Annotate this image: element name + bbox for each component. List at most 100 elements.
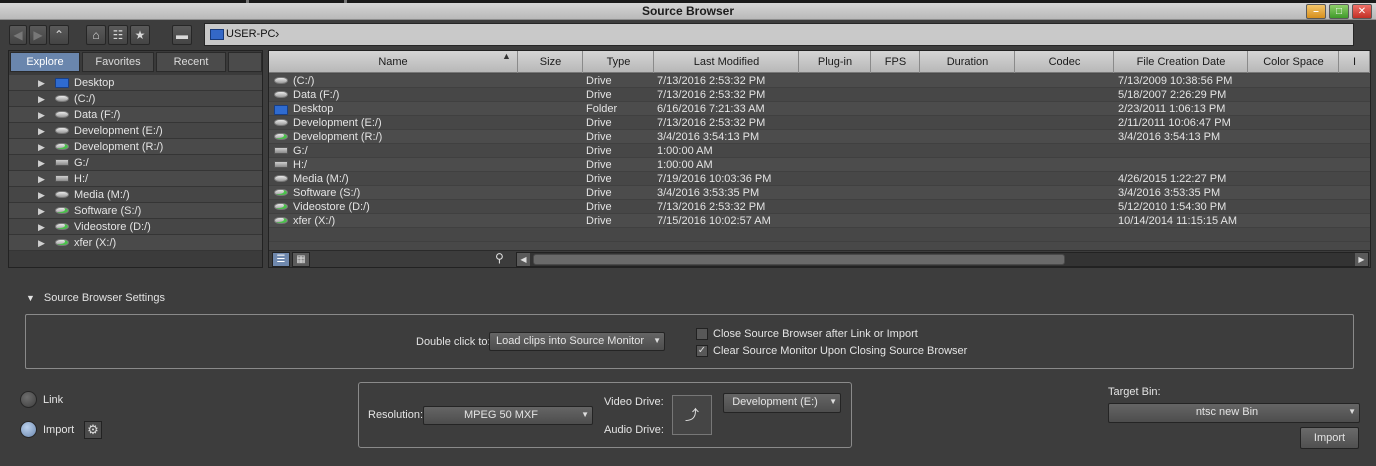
table-row[interactable]: Videostore (D:/) Drive 7/13/2016 2:53:32 P…	[269, 200, 1370, 214]
link-drives-button[interactable]: ⤴	[672, 395, 712, 435]
expand-triangle-icon[interactable]: ▶	[38, 235, 45, 251]
tree-item[interactable]: ▶ H:/	[9, 171, 262, 187]
scroll-right-icon[interactable]: ▶	[1355, 253, 1368, 266]
table-row[interactable]: Development (R:/) Drive 3/4/2016 3:54:13 P…	[269, 130, 1370, 144]
tree-item-label: Development (E:/)	[74, 125, 163, 137]
file-modified: 7/15/2016 10:02:57 AM	[657, 215, 771, 227]
table-row[interactable]: (C:/) Drive 7/13/2016 2:53:32 PM 7/13/2009 …	[269, 74, 1370, 88]
settings-toggle[interactable]: ▼ Source Browser Settings	[26, 292, 165, 304]
column-header-size[interactable]: Size	[519, 51, 583, 73]
search-icon[interactable]: ⚲	[495, 251, 504, 265]
tree-item[interactable]: ▶ Videostore (D:/)	[9, 219, 262, 235]
tab-favorites[interactable]: Favorites	[82, 52, 154, 72]
tree-item-label: Desktop	[74, 77, 115, 89]
expand-triangle-icon[interactable]: ▶	[38, 187, 45, 203]
column-header-duration[interactable]: Duration	[921, 51, 1015, 73]
drive-value: Development (E:)	[732, 396, 818, 408]
target-bin-dropdown[interactable]: ntsc new Bin ▼	[1108, 403, 1360, 423]
close-button[interactable]: ✕	[1352, 4, 1372, 19]
table-row[interactable]: G:/ Drive 1:00:00 AM	[269, 144, 1370, 158]
breadcrumb-chevron-icon[interactable]: ›	[275, 26, 279, 41]
drive-green-icon	[274, 133, 288, 140]
tree-item-label: G:/	[74, 157, 89, 169]
double-click-dropdown[interactable]: Load clips into Source Monitor ▼	[489, 332, 665, 351]
path-bar[interactable]: USER-PC ›	[204, 23, 1354, 46]
expand-triangle-icon[interactable]: ▶	[38, 219, 45, 235]
column-header-fps[interactable]: FPS	[872, 51, 920, 73]
file-type: Drive	[586, 201, 612, 213]
tree-item-label: Videostore (D:/)	[74, 221, 151, 233]
tab-explore[interactable]: Explore	[10, 52, 80, 72]
tree-item[interactable]: ▶ Software (S:/)	[9, 203, 262, 219]
table-row[interactable]: Development (E:/) Drive 7/13/2016 2:53:32 …	[269, 116, 1370, 130]
tree-item[interactable]: ▶ Development (E:/)	[9, 123, 262, 139]
file-type: Drive	[586, 159, 612, 171]
drive-dropdown[interactable]: Development (E:) ▼	[723, 393, 841, 413]
tree-item[interactable]: ▶ Data (F:/)	[9, 107, 262, 123]
scroll-left-icon[interactable]: ◀	[517, 253, 530, 266]
column-header-file-creation-date[interactable]: File Creation Date	[1115, 51, 1248, 73]
table-row[interactable]: Software (S:/) Drive 3/4/2016 3:53:35 PM 3/…	[269, 186, 1370, 200]
scrollbar-thumb[interactable]	[533, 254, 1065, 265]
column-header-last-modified[interactable]: Last Modified	[655, 51, 799, 73]
maximize-button[interactable]: □	[1329, 4, 1349, 19]
file-name: Data (F:/)	[293, 89, 340, 101]
list-view-button[interactable]: ☰	[272, 252, 290, 267]
file-created: 5/18/2007 2:26:29 PM	[1118, 89, 1227, 101]
target-bin-label: Target Bin:	[1108, 386, 1161, 398]
column-header-codec[interactable]: Codec	[1016, 51, 1114, 73]
tree-item[interactable]: ▶ Desktop	[9, 75, 262, 91]
expand-triangle-icon[interactable]: ▶	[38, 107, 45, 123]
tab-recent[interactable]: Recent	[156, 52, 226, 72]
drive-button[interactable]: ▬	[172, 25, 192, 45]
forward-button[interactable]: ▶	[29, 25, 47, 45]
resolution-dropdown[interactable]: MPEG 50 MXF ▼	[423, 406, 593, 425]
expand-triangle-icon[interactable]: ▶	[38, 139, 45, 155]
column-header-i[interactable]: I	[1340, 51, 1370, 73]
expand-triangle-icon[interactable]: ▶	[38, 155, 45, 171]
column-header-color-space[interactable]: Color Space	[1249, 51, 1339, 73]
tree-view-button[interactable]: ☷	[108, 25, 128, 45]
desktop-icon	[55, 78, 69, 88]
home-button[interactable]: ⌂	[86, 25, 106, 45]
favorite-button[interactable]: ★	[130, 25, 150, 45]
table-row[interactable]: Desktop Folder 6/16/2016 7:21:33 AM 2/23/20…	[269, 102, 1370, 116]
tree-item[interactable]: ▶ xfer (X:/)	[9, 235, 262, 251]
horizontal-scrollbar[interactable]: ◀ ▶	[516, 252, 1369, 267]
back-button[interactable]: ◀	[9, 25, 27, 45]
column-header-name[interactable]: Name	[269, 51, 518, 73]
double-click-value: Load clips into Source Monitor	[496, 335, 644, 347]
close-after-checkbox[interactable]	[696, 328, 708, 340]
clear-monitor-checkbox[interactable]: ✓	[696, 345, 708, 357]
tree-item[interactable]: ▶ (C:/)	[9, 91, 262, 107]
column-header-type[interactable]: Type	[584, 51, 654, 73]
expand-triangle-icon[interactable]: ▶	[38, 91, 45, 107]
tree-item[interactable]: ▶ Development (R:/)	[9, 139, 262, 155]
up-button[interactable]: ⌃	[49, 25, 69, 45]
tree-icon: ☷	[112, 28, 124, 42]
minimize-button[interactable]: –	[1306, 4, 1326, 19]
file-created: 3/4/2016 3:54:13 PM	[1118, 131, 1221, 143]
table-row[interactable]: xfer (X:/) Drive 7/15/2016 10:02:57 AM 10/1…	[269, 214, 1370, 228]
tree-item[interactable]: ▶ G:/	[9, 155, 262, 171]
table-row[interactable]: H:/ Drive 1:00:00 AM	[269, 158, 1370, 172]
expand-triangle-icon[interactable]: ▶	[38, 75, 45, 91]
thumbnail-view-button[interactable]: ▦	[292, 252, 310, 267]
table-row[interactable]: Media (M:/) Drive 7/19/2016 10:03:36 PM 4/2…	[269, 172, 1370, 186]
expand-triangle-icon[interactable]: ▶	[38, 203, 45, 219]
file-name: (C:/)	[293, 75, 315, 87]
link-radio[interactable]	[20, 391, 37, 408]
file-name: Software (S:/)	[293, 187, 361, 199]
column-header-plug-in[interactable]: Plug-in	[800, 51, 871, 73]
resolution-value: MPEG 50 MXF	[464, 409, 538, 421]
expand-triangle-icon[interactable]: ▶	[38, 171, 45, 187]
chevron-down-icon: ▼	[1348, 407, 1356, 416]
import-radio[interactable]	[20, 421, 37, 438]
table-row[interactable]: Data (F:/) Drive 7/13/2016 2:53:32 PM 5/18/…	[269, 88, 1370, 102]
import-settings-button[interactable]: ⚙	[84, 421, 102, 439]
drive-icon	[274, 77, 288, 84]
import-button[interactable]: Import	[1300, 427, 1359, 449]
expand-triangle-icon[interactable]: ▶	[38, 123, 45, 139]
drive-icon	[55, 191, 69, 198]
tree-item[interactable]: ▶ Media (M:/)	[9, 187, 262, 203]
